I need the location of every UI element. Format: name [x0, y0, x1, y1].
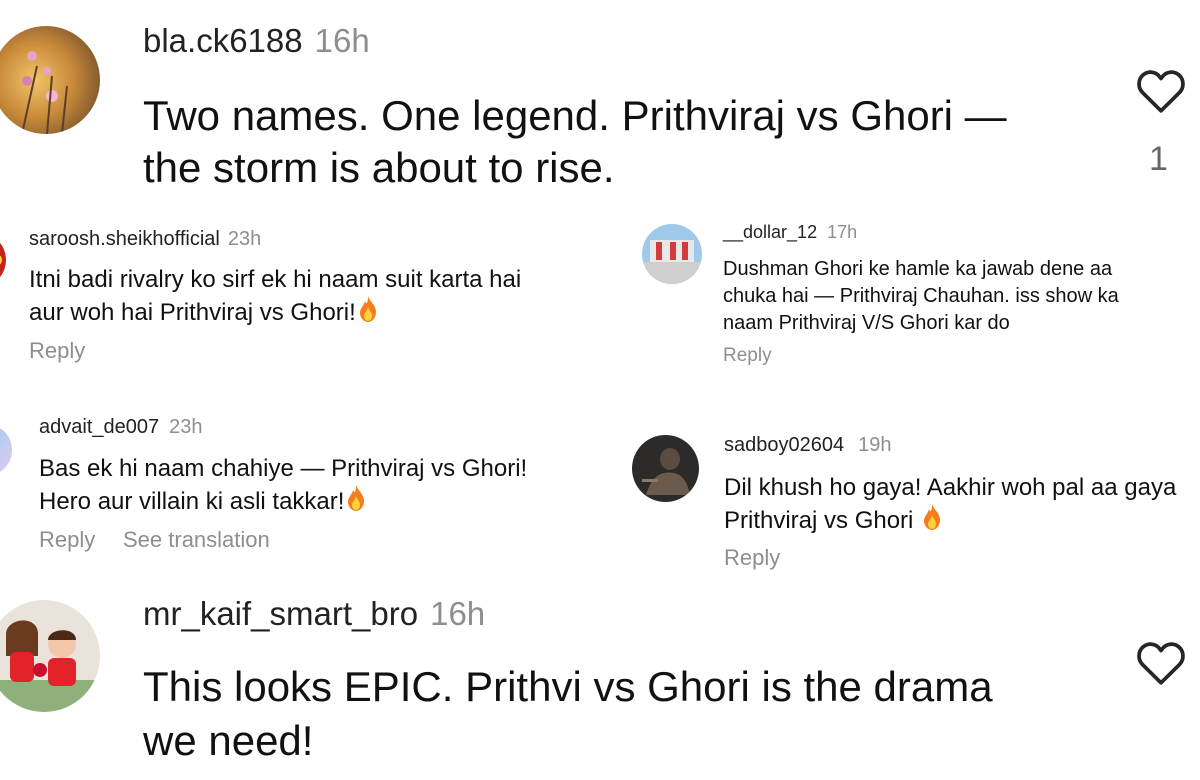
comment-text-line: Two names. One legend. Prithviraj vs Gho…: [143, 92, 1007, 139]
timestamp: 19h: [858, 434, 892, 456]
username[interactable]: mr_kaif_smart_bro: [143, 595, 418, 632]
timestamp: 16h: [430, 595, 486, 632]
comment-text-line: we need!: [143, 717, 314, 764]
avatar-image: [632, 435, 699, 502]
comment-username-line: bla.ck6188 16h: [143, 22, 370, 60]
timestamp: 23h: [169, 416, 203, 438]
username[interactable]: __dollar_12: [723, 222, 817, 242]
comment-username-line: __dollar_12 17h: [723, 222, 857, 243]
fire-emoji-icon: [924, 504, 941, 530]
avatar[interactable]: [0, 424, 12, 476]
avatar[interactable]: [642, 224, 702, 284]
username[interactable]: saroosh.sheikhofficial: [29, 228, 220, 250]
avatar[interactable]: [0, 236, 6, 284]
comment-text: Dil khush ho gaya! Aakhir woh pal aa gay…: [724, 472, 1200, 536]
comment-text: Two names. One legend. Prithviraj vs Gho…: [143, 90, 1073, 194]
comment-text-line: Hero aur villain ki asli takkar!: [39, 484, 599, 517]
comment-username-line: sadboy02604 19h: [724, 434, 891, 457]
heart-outline-icon: [1137, 642, 1185, 685]
reply-button[interactable]: Reply: [29, 338, 85, 364]
avatar-image: [0, 600, 100, 712]
username[interactable]: sadboy02604: [724, 434, 844, 456]
comment-text: This looks EPIC. Prithvi vs Ghori is the…: [143, 660, 1103, 768]
comment-text-line: This looks EPIC. Prithvi vs Ghori is the…: [143, 663, 993, 710]
username[interactable]: bla.ck6188: [143, 22, 303, 59]
timestamp: 16h: [314, 22, 370, 59]
heart-outline-icon: [1137, 70, 1185, 113]
timestamp: 17h: [827, 222, 858, 242]
comment-text-line: the storm is about to rise.: [143, 144, 615, 191]
comment-text-line: naam Prithviraj V/S Ghori kar do: [723, 312, 1010, 334]
fire-emoji-icon: [359, 296, 376, 322]
like-count: 1: [1149, 140, 1168, 178]
comment-username-line: saroosh.sheikhofficial 23h: [29, 228, 261, 251]
like-button[interactable]: [1136, 640, 1186, 691]
comment-username-line: advait_de007 23h: [39, 416, 202, 439]
timestamp: 23h: [227, 228, 262, 250]
reply-button[interactable]: Reply: [723, 345, 772, 367]
avatar[interactable]: [0, 26, 100, 134]
comment-text: Itni badi rivalry ko sirf ek hi naam sui…: [29, 264, 589, 328]
avatar-image: [0, 424, 12, 476]
avatar-image: [642, 224, 702, 284]
like-button[interactable]: [1136, 68, 1186, 119]
comment-text-line: aur woh hai Prithviraj vs Ghori!: [29, 295, 589, 328]
reply-button[interactable]: Reply: [724, 545, 780, 571]
avatar[interactable]: [0, 600, 100, 712]
comment-text-line: Dil khush ho gaya! Aakhir woh pal aa gay…: [724, 474, 1177, 501]
fire-emoji-icon: [348, 485, 365, 511]
comment-text-line: Dushman Ghori ke hamle ka jawab dene aa: [723, 258, 1113, 280]
comment-text-line: Prithviraj vs Ghori: [724, 503, 1200, 536]
comment-username-line: mr_kaif_smart_bro 16h: [143, 595, 485, 633]
comment-text: Dushman Ghori ke hamle ka jawab dene aa …: [723, 256, 1193, 337]
username[interactable]: advait_de007: [39, 416, 159, 438]
avatar[interactable]: [632, 435, 699, 502]
avatar-image: [0, 236, 6, 284]
comment-text: Bas ek hi naam chahiye — Prithviraj vs G…: [39, 453, 599, 517]
comment-text-line: Itni badi rivalry ko sirf ek hi naam sui…: [29, 266, 522, 293]
see-translation-button[interactable]: See translation: [123, 527, 270, 553]
reply-button[interactable]: Reply: [39, 527, 95, 553]
avatar-image: [0, 26, 100, 134]
comment-text-line: Bas ek hi naam chahiye — Prithviraj vs G…: [39, 455, 528, 482]
comment-text-line: chuka hai — Prithviraj Chauhan. iss show…: [723, 285, 1119, 307]
